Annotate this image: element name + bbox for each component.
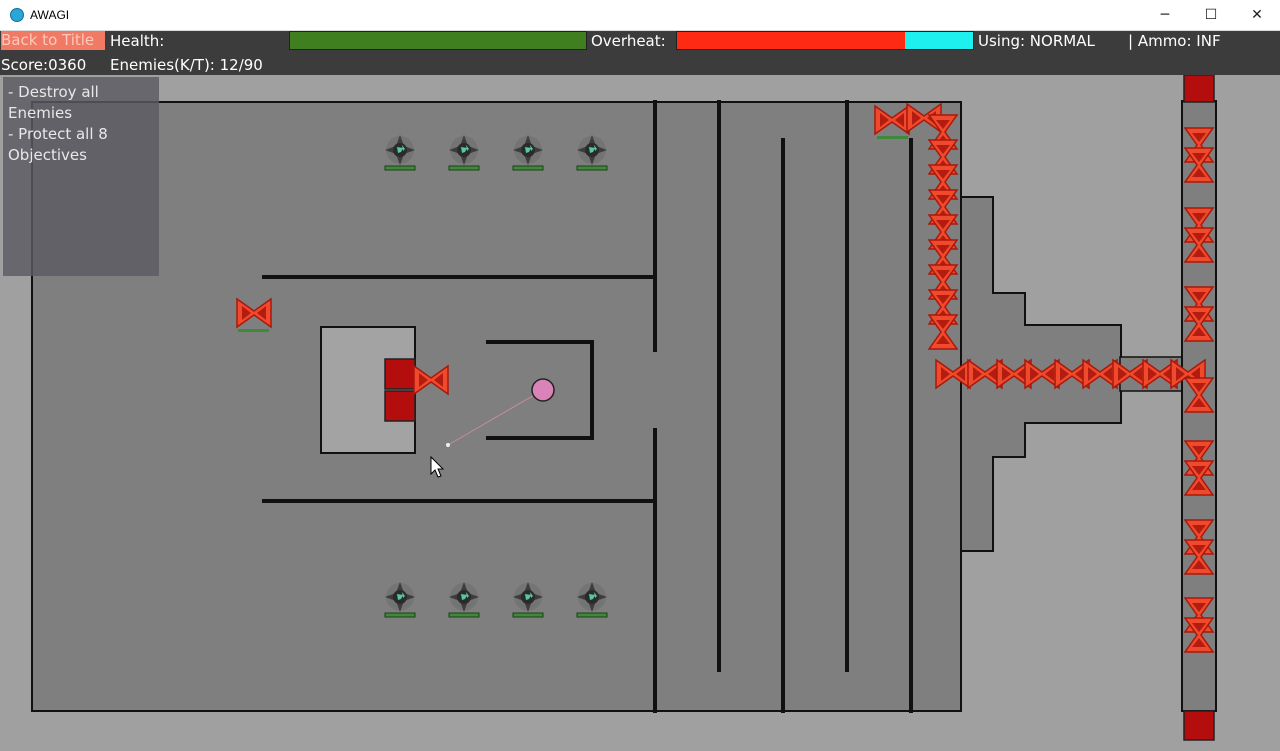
objective-line: - Protect all 8 xyxy=(8,125,108,143)
enemy-health-bar xyxy=(238,329,269,332)
back-to-title-button[interactable]: Back to Title xyxy=(1,31,105,50)
overheat-label: Overheat: xyxy=(591,32,666,50)
enemy-spawner xyxy=(1183,710,1215,741)
weapon-mode-label: Using: NORMAL xyxy=(978,32,1095,50)
arena-floor xyxy=(31,100,1217,712)
score-label: Score:0360 xyxy=(1,56,87,74)
base-core xyxy=(384,390,416,422)
maximize-button[interactable]: ☐ xyxy=(1188,0,1234,30)
health-label: Health: xyxy=(110,32,165,50)
enemies-counter: Enemies(K/T): 12/90 xyxy=(110,56,263,74)
close-button[interactable]: ✕ xyxy=(1234,0,1280,30)
objective-line: Enemies xyxy=(8,104,73,122)
minimize-button[interactable]: ─ xyxy=(1142,0,1188,30)
ammo-label: | Ammo: INF xyxy=(1128,32,1221,50)
player-ship-icon xyxy=(531,378,555,402)
window-titlebar: AWAGI ─ ☐ ✕ xyxy=(0,0,1280,31)
objective-line: Objectives xyxy=(8,146,87,164)
enemy-spawner xyxy=(1183,75,1215,103)
game-field[interactable] xyxy=(0,75,1280,751)
window-title: AWAGI xyxy=(30,8,70,22)
app-icon xyxy=(10,8,24,22)
health-bar xyxy=(289,31,587,50)
enemy-health-bar xyxy=(877,136,908,139)
health-bar-fill xyxy=(290,32,586,49)
base-core xyxy=(384,358,416,390)
overheat-bar xyxy=(676,31,974,50)
objective-line: - Destroy all xyxy=(8,83,99,101)
objectives-panel: - Destroy all Enemies - Protect all 8 Ob… xyxy=(3,77,159,276)
base-block xyxy=(320,326,416,454)
overheat-bar-fill xyxy=(677,32,905,49)
bullet xyxy=(446,443,450,447)
